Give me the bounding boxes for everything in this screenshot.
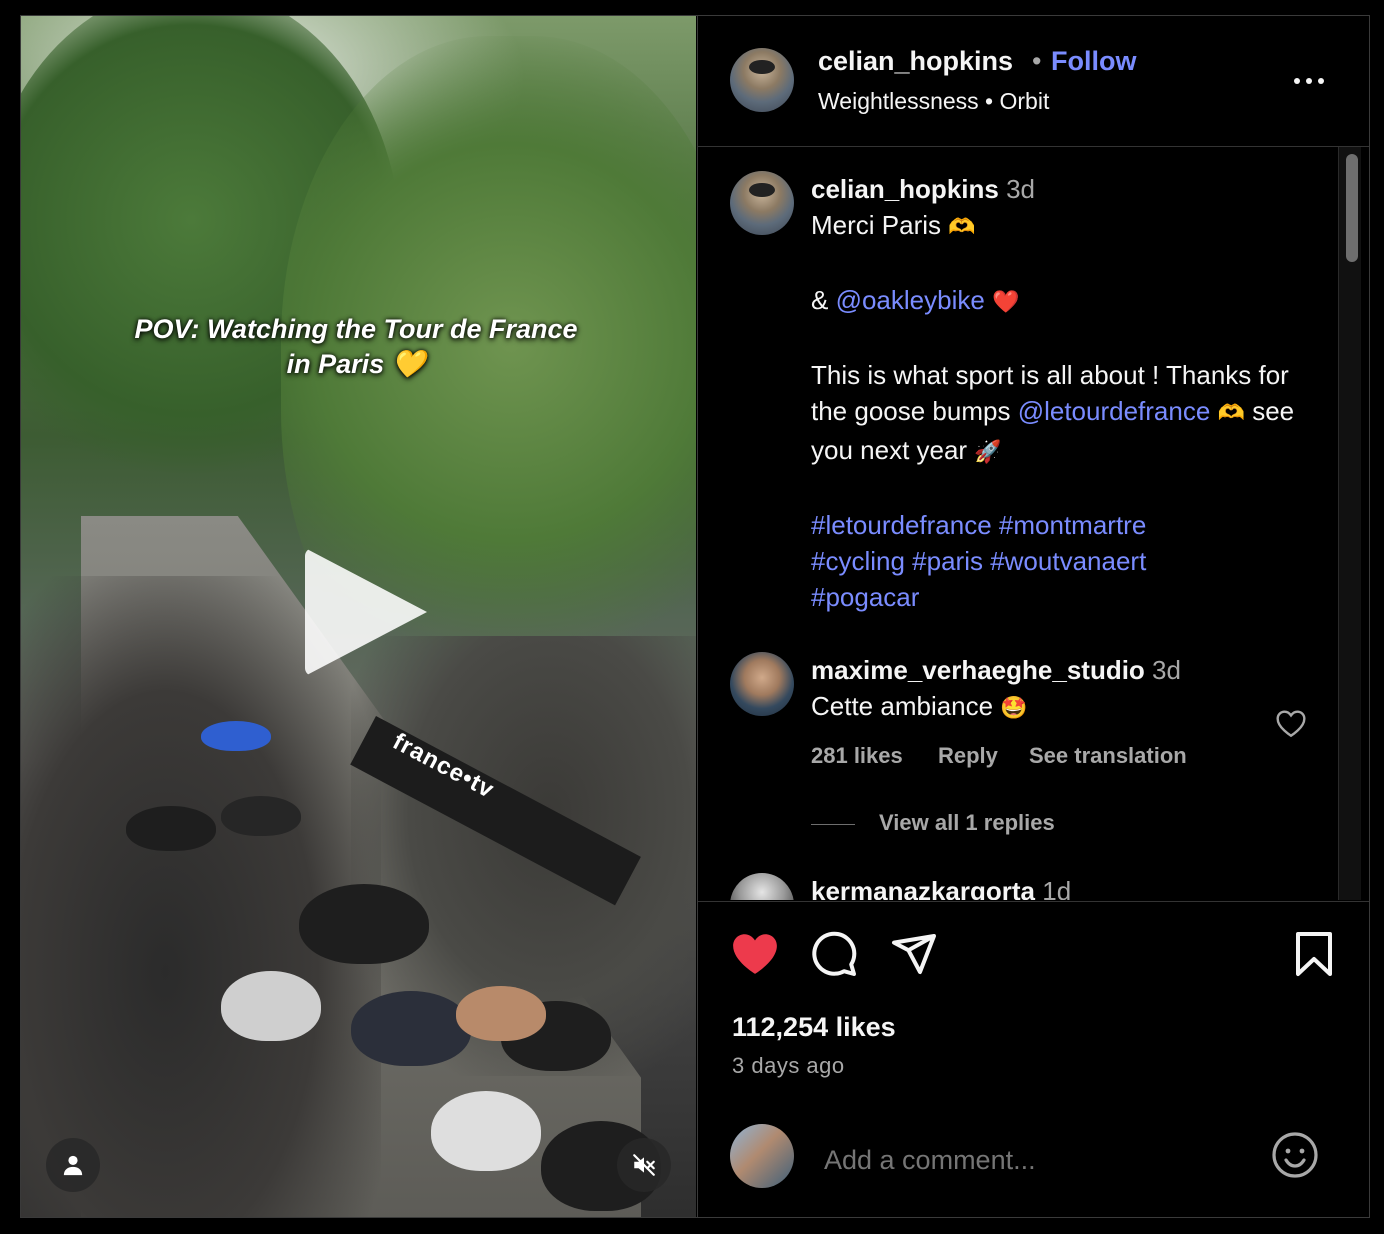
play-icon[interactable] — [305, 548, 427, 676]
smiley-icon[interactable] — [1271, 1131, 1319, 1179]
comments-scroll-area[interactable]: celian_hopkins 3d Merci Paris 🫶 & @oakle… — [698, 147, 1369, 900]
umbrella — [221, 796, 301, 836]
author-username[interactable]: celian_hopkins — [818, 46, 1013, 77]
send-icon[interactable] — [890, 930, 938, 978]
avatar[interactable] — [730, 873, 794, 900]
comment: maxime_verhaeghe_studio 3d Cette ambianc… — [811, 652, 1321, 727]
avatar — [730, 1124, 794, 1188]
replies-divider — [811, 824, 855, 825]
speaker-muted-icon — [633, 1154, 655, 1176]
heart-outline-icon[interactable] — [1275, 708, 1307, 738]
star-struck-emoji: 🤩 — [1000, 696, 1028, 721]
comment-icon[interactable] — [810, 930, 858, 978]
umbrella — [126, 806, 216, 851]
post-header: celian_hopkins • Follow Weightlessness •… — [698, 16, 1369, 147]
bookmark-icon[interactable] — [1292, 930, 1336, 978]
view-replies-button[interactable]: View all 1 replies — [879, 810, 1055, 836]
rocket-emoji: 🚀 — [974, 440, 1002, 465]
see-translation-button[interactable]: See translation — [1029, 743, 1187, 769]
hashtag-links[interactable]: #pogacar — [811, 579, 1321, 615]
video-player[interactable]: france•tv POV: Watching the Tour de Fran… — [21, 16, 696, 1217]
comment-time[interactable]: 1d — [1042, 876, 1071, 900]
umbrella — [431, 1091, 541, 1171]
video-caption-overlay: POV: Watching the Tour de France in Pari… — [134, 314, 578, 379]
umbrella — [299, 884, 429, 964]
umbrella — [201, 721, 271, 751]
mute-button[interactable] — [617, 1138, 671, 1192]
person-icon — [63, 1155, 83, 1176]
comment-likes[interactable]: 281 likes — [811, 743, 903, 769]
heart-hands-emoji: 🫶 — [948, 215, 976, 240]
comment-username[interactable]: maxime_verhaeghe_studio — [811, 655, 1145, 685]
follow-button[interactable]: Follow — [1051, 46, 1136, 77]
caption-username[interactable]: celian_hopkins — [811, 174, 999, 204]
audio-attribution[interactable]: Weightlessness • Orbit — [818, 88, 1049, 115]
caption-text: Merci Paris — [811, 210, 942, 240]
audio-title[interactable]: Weightlessness — [818, 88, 979, 114]
heart-hands-emoji: 🫶 — [1217, 401, 1245, 426]
avatar[interactable] — [730, 652, 794, 716]
reply-button[interactable]: Reply — [938, 743, 998, 769]
audio-artist[interactable]: Orbit — [1000, 88, 1050, 114]
post-modal: france•tv POV: Watching the Tour de Fran… — [20, 15, 1370, 1218]
hashtag-links[interactable]: #cycling #paris #woutvanaert — [811, 543, 1321, 579]
comment-time[interactable]: 3d — [1152, 655, 1181, 685]
add-comment-input[interactable] — [822, 1144, 1246, 1177]
comment-text: Cette ambiance — [811, 691, 994, 721]
caption-text: & — [811, 285, 829, 315]
scrollbar-thumb[interactable] — [1346, 154, 1358, 262]
like-count[interactable]: 112,254 likes — [732, 1012, 896, 1043]
comment-username[interactable]: kermanazkargorta — [811, 876, 1035, 900]
mention-link[interactable]: @oakleybike — [836, 285, 985, 315]
post-side-panel: celian_hopkins • Follow Weightlessness •… — [697, 16, 1369, 1217]
avatar[interactable] — [730, 48, 794, 112]
comment: kermanazkargorta 1d — [811, 873, 1321, 900]
umbrella — [221, 971, 321, 1041]
caption-time[interactable]: 3d — [1006, 174, 1035, 204]
hashtag-links[interactable]: #letourdefrance #montmartre — [811, 507, 1321, 543]
more-horizontal-icon[interactable] — [1294, 66, 1334, 96]
heart-filled-icon[interactable] — [730, 930, 780, 976]
separator-dot: • — [1032, 46, 1042, 76]
avatar[interactable] — [730, 171, 794, 235]
umbrella — [456, 986, 546, 1041]
heart-emoji: ❤️ — [992, 290, 1020, 315]
umbrella — [351, 991, 471, 1066]
mention-link[interactable]: @letourdefrance — [1018, 396, 1211, 426]
tagged-people-button[interactable] — [46, 1138, 100, 1192]
separator-dot: • — [985, 88, 994, 114]
post-date[interactable]: 3 days ago — [732, 1053, 845, 1079]
post-caption: celian_hopkins 3d Merci Paris 🫶 & @oakle… — [811, 171, 1321, 615]
